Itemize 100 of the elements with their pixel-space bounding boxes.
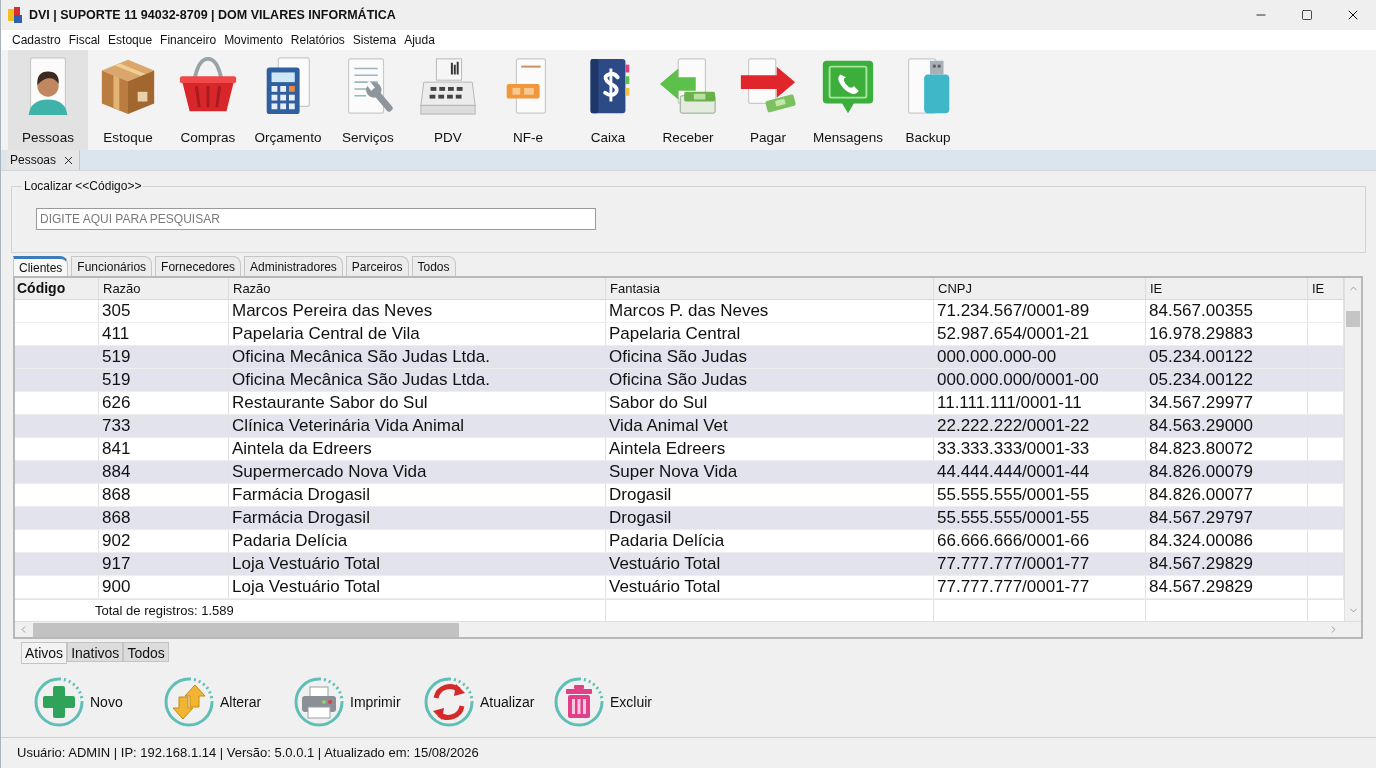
table-cell: 05.234.00122 bbox=[1146, 369, 1308, 391]
table-cell: 55.555.555/0001-55 bbox=[934, 507, 1146, 529]
table-cell: Clínica Veterinária Vida Animal bbox=[229, 415, 606, 437]
scrollbar-thumb[interactable] bbox=[1346, 311, 1360, 327]
table-cell: 77.777.777/0001-77 bbox=[934, 553, 1146, 575]
table-cell: Oficina Mecânica São Judas Ltda. bbox=[229, 369, 606, 391]
tab[interactable]: Administradores bbox=[244, 256, 343, 276]
menu-item[interactable]: Estoque bbox=[106, 31, 155, 49]
table-cell: 519 bbox=[99, 369, 229, 391]
table-cell: Drogasil bbox=[606, 507, 934, 529]
menu-item[interactable]: Financeiro bbox=[158, 31, 219, 49]
toolbar-button[interactable]: Orçamento bbox=[248, 50, 328, 150]
cash-register-icon bbox=[417, 55, 479, 117]
column-header: Fantasia bbox=[606, 278, 934, 299]
column-header: Razão bbox=[229, 278, 606, 299]
table-cell: 66.666.666/0001-66 bbox=[934, 530, 1146, 552]
swap-arrows-icon bbox=[163, 676, 215, 728]
filter-tab[interactable]: Inativos bbox=[67, 642, 124, 662]
refresh-icon bbox=[423, 676, 475, 728]
table-cell: 34.567.29977 bbox=[1146, 392, 1308, 414]
toolbar-button[interactable]: Backup bbox=[888, 50, 968, 150]
table-cell: Vestuário Total bbox=[606, 553, 934, 575]
table-cell: Papelaria Central bbox=[606, 323, 934, 345]
table-cell: Oficina São Judas bbox=[606, 346, 934, 368]
table-cell: 884 bbox=[99, 461, 229, 483]
tab[interactable]: Clientes bbox=[13, 256, 69, 276]
toolbar-button[interactable]: NF-e bbox=[488, 50, 568, 150]
menu-item[interactable]: Movimento bbox=[222, 31, 285, 49]
toolbar-button[interactable]: Pagar bbox=[728, 50, 808, 150]
table-cell: 52.987.654/0001-21 bbox=[934, 323, 1146, 345]
table-cell: 44.444.444/0001-44 bbox=[934, 461, 1146, 483]
table-cell: 77.777.777/0001-77 bbox=[934, 576, 1146, 598]
table-cell: Loja Vestuário Total bbox=[229, 553, 606, 575]
action-button[interactable]: Imprimir bbox=[293, 676, 423, 728]
table-cell: 733 bbox=[99, 415, 229, 437]
table-cell: 33.333.333/0001-33 bbox=[934, 438, 1146, 460]
app-logo-icon bbox=[8, 7, 22, 23]
action-button[interactable]: Atualizar bbox=[423, 676, 553, 728]
table-cell: 868 bbox=[99, 507, 229, 529]
table-cell: 84.823.80072 bbox=[1146, 438, 1308, 460]
table-cell: Marcos Pereira das Neves bbox=[229, 300, 606, 322]
action-button[interactable]: Alterar bbox=[163, 676, 293, 728]
toolbar-button[interactable]: Pessoas bbox=[8, 50, 88, 150]
toolbar-button[interactable]: Receber bbox=[648, 50, 728, 150]
table-cell: 16.978.29883 bbox=[1146, 323, 1308, 345]
table-cell: 84.563.29000 bbox=[1146, 415, 1308, 437]
table-cell: 84.567.29797 bbox=[1146, 507, 1308, 529]
table-cell: 000.000.000-00 bbox=[934, 346, 1146, 368]
table-cell: 519 bbox=[99, 346, 229, 368]
toolbar-button[interactable]: Serviços bbox=[328, 50, 408, 150]
table-cell: Loja Vestuário Total bbox=[229, 576, 606, 598]
menu-item[interactable]: Ajuda bbox=[402, 31, 437, 49]
table-cell: Restaurante Sabor do Sul bbox=[229, 392, 606, 414]
table-cell: Vestuário Total bbox=[606, 576, 934, 598]
column-header: Razão bbox=[99, 278, 229, 299]
filter-tab[interactable]: Ativos bbox=[21, 642, 68, 664]
record-count: Total de registros: 1.589 bbox=[95, 601, 234, 620]
column-header: Código bbox=[15, 278, 99, 299]
table-cell: 841 bbox=[99, 438, 229, 460]
status-text: Usuário: ADMIN | IP: 192.168.1.14 | Versão: 5.0.0.1 | Atualizado em: 15/08/2026 bbox=[17, 744, 479, 763]
table-cell: Supermercado Nova Vida bbox=[229, 461, 606, 483]
scrollbar-thumb[interactable] bbox=[33, 622, 459, 637]
table-cell: Aintela da Edreers bbox=[229, 438, 606, 460]
table-cell: Marcos P. das Neves bbox=[606, 300, 934, 322]
group-label: Localizar <<Código>> bbox=[23, 178, 143, 195]
table-cell: 411 bbox=[99, 323, 229, 345]
menu-item[interactable]: Relatórios bbox=[288, 31, 347, 49]
toolbar-button[interactable]: PDV bbox=[408, 50, 488, 150]
tab[interactable]: Parceiros bbox=[345, 256, 409, 276]
menu-item[interactable]: Fiscal bbox=[66, 31, 103, 49]
table-cell: 05.234.00122 bbox=[1146, 346, 1308, 368]
table-cell: Vida Animal Vet bbox=[606, 415, 934, 437]
table-cell: Aintela Edreers bbox=[606, 438, 934, 460]
maximize-icon bbox=[1301, 9, 1313, 21]
window-title: DVI | SUPORTE 11 94032-8709 | DOM VILARES INFORMÁTICA bbox=[29, 6, 396, 24]
toolbar-button[interactable]: Mensagens bbox=[808, 50, 888, 150]
filter-tab[interactable]: Todos bbox=[123, 642, 169, 662]
search-field[interactable]: DIGITE AQUI PARA PESQUISAR bbox=[36, 208, 596, 230]
printer-icon bbox=[293, 676, 345, 728]
table-cell: 84.567.00355 bbox=[1146, 300, 1308, 322]
tab[interactable]: Funcionários bbox=[71, 256, 153, 276]
document-tab[interactable]: Pessoas bbox=[6, 150, 81, 170]
table-cell: 84.567.29829 bbox=[1146, 576, 1308, 598]
toolbar-button[interactable]: Compras bbox=[168, 50, 248, 150]
menu-item[interactable]: Sistema bbox=[350, 31, 399, 49]
table-cell: Drogasil bbox=[606, 484, 934, 506]
table-cell: Oficina São Judas bbox=[606, 369, 934, 391]
table-cell: 000.000.000/0001-00 bbox=[934, 369, 1146, 391]
column-header: CNPJ bbox=[934, 278, 1146, 299]
menu-item[interactable]: Cadastro bbox=[10, 31, 63, 49]
tab[interactable]: Fornecedores bbox=[155, 256, 242, 276]
toolbar-button[interactable]: Caixa bbox=[568, 50, 648, 150]
column-header: IE bbox=[1146, 278, 1308, 299]
table-cell: Padaria Delícia bbox=[606, 530, 934, 552]
table-cell: 71.234.567/0001-89 bbox=[934, 300, 1146, 322]
toolbar-button[interactable]: Estoque bbox=[88, 50, 168, 150]
action-button[interactable]: Excluir bbox=[553, 676, 683, 728]
tab[interactable]: Todos bbox=[411, 256, 456, 276]
table-cell: Papelaria Central de Vila bbox=[229, 323, 606, 345]
action-button[interactable]: Novo bbox=[33, 676, 163, 728]
